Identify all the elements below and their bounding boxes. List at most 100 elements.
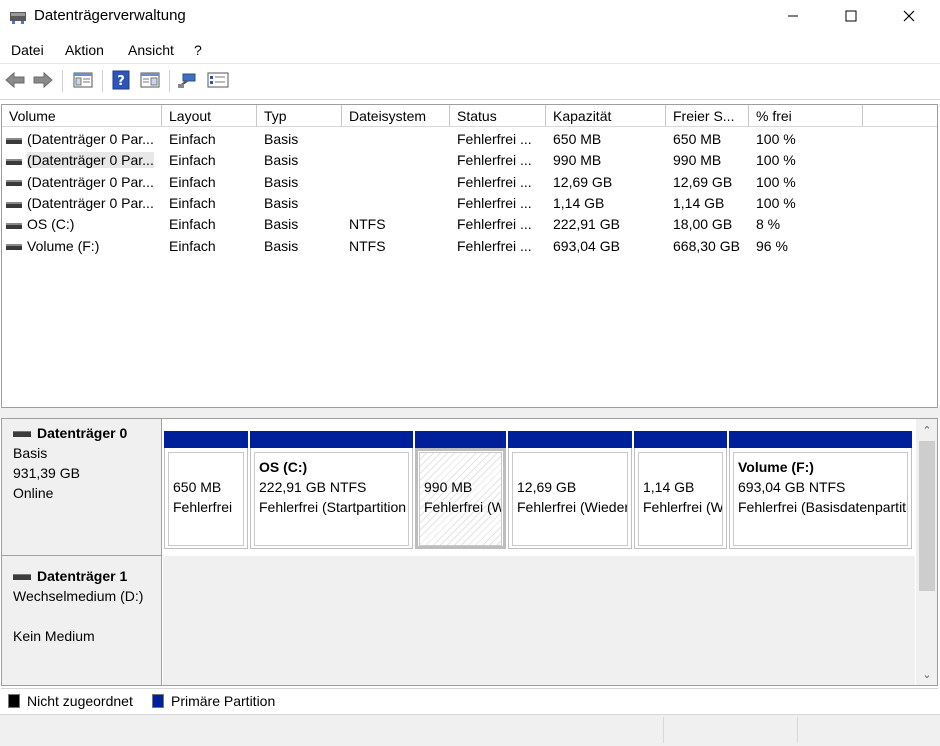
disk-0-type: Basis — [13, 445, 48, 461]
cell-kapazitaet: 693,04 GB — [553, 237, 620, 254]
partition-name — [517, 457, 627, 477]
menu-aktion[interactable]: Aktion — [65, 42, 104, 58]
volume-icon — [6, 236, 22, 256]
disk-1-name: Datenträger 1 — [37, 568, 128, 584]
cell-kapazitaet: 222,91 GB — [553, 216, 620, 233]
cell-volume: (Datenträger 0 Par... — [2, 172, 162, 193]
status-segment — [663, 717, 797, 743]
menu-bar: Datei Aktion Ansicht ? — [0, 38, 940, 64]
partition-0[interactable]: 650 MB Fehlerfrei — [164, 431, 248, 549]
partition-3[interactable]: 12,69 GB Fehlerfrei (Wiederherstellungspa… — [508, 431, 632, 549]
scroll-up-icon[interactable]: ⌃ — [916, 421, 937, 439]
console-tree-icon — [73, 71, 93, 92]
disk-1-label[interactable]: Datenträger 1 Wechselmedium (D:) Kein Me… — [2, 556, 162, 685]
cell-kapazitaet: 990 MB — [553, 152, 602, 169]
column-header-prozent-frei[interactable]: % frei — [749, 105, 863, 127]
volume-list: Volume Layout Typ Dateisystem Status Kap… — [1, 104, 938, 408]
legend: Nicht zugeordnet Primäre Partition — [1, 688, 938, 712]
cell-typ: Basis — [264, 216, 299, 233]
partition-status: Fehlerfrei (Startpartition — [259, 499, 407, 515]
column-header-kapazitaet[interactable]: Kapazität — [546, 105, 666, 127]
console-tree-button[interactable] — [71, 70, 95, 92]
column-header-typ[interactable]: Typ — [257, 105, 342, 127]
minimize-button[interactable] — [764, 0, 822, 34]
cell-typ: Basis — [264, 173, 299, 190]
pane-splitter[interactable] — [0, 408, 940, 418]
close-icon — [903, 9, 915, 25]
scroll-down-icon[interactable]: ⌄ — [916, 665, 937, 683]
cell-typ: Basis — [264, 152, 299, 169]
close-button[interactable] — [880, 0, 938, 34]
table-row[interactable]: OS (C:) Einfach Basis NTFS Fehlerfrei ... 222… — [2, 214, 937, 235]
disk-management-app-icon — [9, 9, 27, 25]
column-header-freier-speicher[interactable]: Freier S... — [666, 105, 749, 127]
action-pane-button[interactable] — [138, 70, 162, 92]
volume-name: Volume (F:) — [27, 237, 100, 254]
disk-1-type: Wechselmedium (D:) — [13, 588, 144, 604]
disk-icon — [13, 574, 31, 581]
table-row[interactable]: (Datenträger 0 Par... Einfach Basis Fehlerf… — [2, 172, 937, 193]
table-row[interactable]: (Datenträger 0 Par... Einfach Basis Fehlerf… — [2, 150, 937, 171]
table-row[interactable]: Volume (F:) Einfach Basis NTFS Fehlerfrei ..… — [2, 236, 937, 257]
disk-0-label[interactable]: Datenträger 0 Basis 931,39 GB Online — [2, 419, 162, 556]
partition-size: 12,69 GB — [517, 479, 577, 495]
help-button[interactable]: ? — [109, 70, 133, 92]
partition-status: Fehlerfrei — [173, 499, 233, 515]
partition-2[interactable]: 990 MB Fehlerfrei (Wiederherstellungspart… — [415, 431, 506, 549]
cell-kapazitaet: 1,14 GB — [553, 194, 605, 211]
partition-type-bar — [415, 431, 506, 448]
legend-label-primary: Primäre Partition — [171, 693, 276, 709]
cell-freier-speicher: 12,69 GB — [673, 173, 733, 190]
back-button[interactable] — [3, 70, 27, 92]
partition-size: 990 MB — [424, 479, 473, 495]
svg-text:?: ? — [117, 74, 125, 89]
cell-freier-speicher: 1,14 GB — [673, 194, 725, 211]
partition-details: 650 MB Fehlerfrei — [168, 452, 244, 546]
properties-button[interactable] — [206, 70, 230, 92]
partition-1[interactable]: OS (C:) 222,91 GB NTFS Fehlerfrei (Startpa… — [250, 431, 413, 549]
disk-0-name: Datenträger 0 — [37, 425, 128, 441]
volume-icon — [6, 151, 22, 171]
cell-layout: Einfach — [169, 173, 216, 190]
toolbar-separator — [102, 70, 103, 92]
cell-freier-speicher: 990 MB — [673, 152, 722, 169]
cell-dateisystem: NTFS — [349, 216, 386, 233]
menu-ansicht[interactable]: Ansicht — [128, 42, 174, 58]
toolbar: ? — [0, 64, 940, 100]
cell-dateisystem — [342, 129, 450, 150]
status-segment — [797, 717, 940, 743]
maximize-button[interactable] — [822, 0, 880, 34]
partition-5[interactable]: Volume (F:) 693,04 GB NTFS Fehlerfrei (Bas… — [729, 431, 912, 549]
scroll-thumb[interactable] — [919, 441, 935, 591]
partition-type-bar — [729, 431, 912, 448]
back-arrow-icon — [4, 71, 26, 92]
disk-view-scrollbar[interactable]: ⌃ ⌄ — [916, 419, 937, 685]
disk-1-empty-area — [163, 556, 915, 685]
cell-freier-speicher: 18,00 GB — [673, 216, 733, 233]
partition-name — [173, 457, 243, 477]
action-pane-icon — [140, 71, 160, 92]
window-title: Datenträgerverwaltung — [34, 7, 186, 24]
cell-volume: (Datenträger 0 Par... — [2, 193, 162, 214]
menu-help[interactable]: ? — [194, 42, 202, 58]
cell-typ: Basis — [264, 237, 299, 254]
status-bar — [0, 714, 940, 746]
table-row[interactable]: (Datenträger 0 Par... Einfach Basis Fehlerf… — [2, 129, 937, 150]
column-header-layout[interactable]: Layout — [162, 105, 257, 127]
partition-4[interactable]: 1,14 GB Fehlerfrei (Wiederherstellungspar… — [634, 431, 727, 549]
volume-name: OS (C:) — [27, 216, 75, 233]
legend-label-unallocated: Nicht zugeordnet — [27, 693, 133, 709]
maximize-icon — [845, 9, 857, 25]
column-header-status[interactable]: Status — [450, 105, 546, 127]
column-header-dateisystem[interactable]: Dateisystem — [342, 105, 450, 127]
cell-volume: OS (C:) — [2, 214, 162, 235]
forward-button[interactable] — [31, 70, 55, 92]
cell-status: Fehlerfrei ... — [457, 237, 532, 254]
column-header-volume[interactable]: Volume — [2, 105, 162, 127]
table-row[interactable]: (Datenträger 0 Par... Einfach Basis Fehlerf… — [2, 193, 937, 214]
disk-graphical-view: Datenträger 0 Basis 931,39 GB Online 650… — [1, 418, 938, 686]
connect-button[interactable] — [176, 70, 200, 92]
partition-size: 1,14 GB — [643, 479, 695, 495]
menu-datei[interactable]: Datei — [11, 42, 44, 58]
forward-arrow-icon — [32, 71, 54, 92]
